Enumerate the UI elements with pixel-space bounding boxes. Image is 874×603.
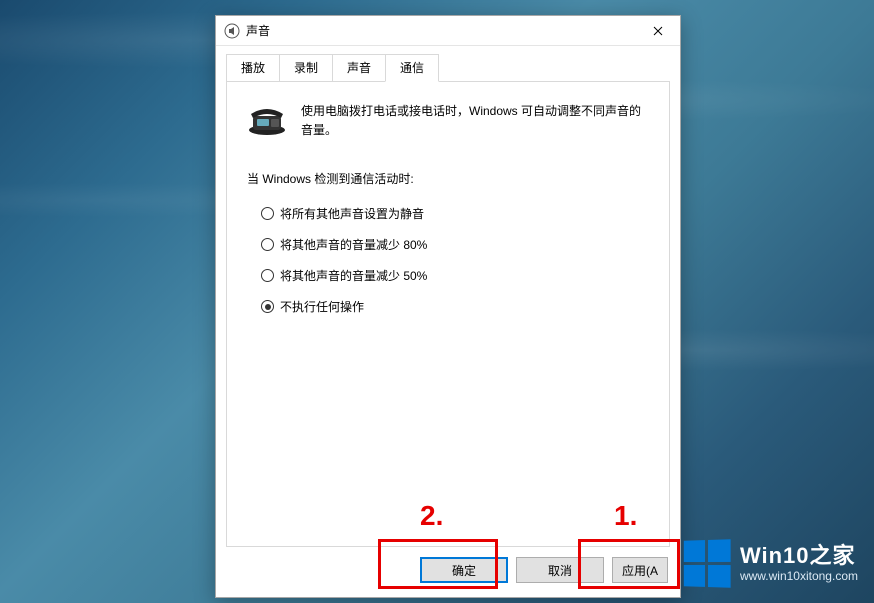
watermark-text: Win10之家 www.win10xitong.com	[740, 544, 858, 583]
button-bar: 确定 取消 应用(A	[216, 547, 680, 597]
radio-icon	[261, 238, 274, 251]
tab-recording[interactable]: 录制	[279, 54, 333, 81]
radio-icon	[261, 300, 274, 313]
ok-button[interactable]: 确定	[420, 557, 508, 583]
apply-button[interactable]: 应用(A	[612, 557, 668, 583]
radio-label: 不执行任何操作	[280, 298, 364, 315]
sound-dialog: 声音 播放 录制 声音 通信	[215, 15, 681, 598]
tabs-area: 播放 录制 声音 通信 使用电脑拨打电话或接电话时，Windows 可自动调整不…	[216, 46, 680, 547]
radio-group: 将所有其他声音设置为静音 将其他声音的音量减少 80% 将其他声音的音量减少 5…	[247, 205, 649, 315]
tab-playback[interactable]: 播放	[226, 54, 280, 81]
tabs-header: 播放 录制 声音 通信	[226, 54, 670, 81]
radio-label: 将所有其他声音设置为静音	[280, 205, 424, 222]
section-label: 当 Windows 检测到通信活动时:	[247, 170, 649, 187]
cancel-button[interactable]: 取消	[516, 557, 604, 583]
radio-label: 将其他声音的音量减少 80%	[280, 236, 427, 253]
close-icon	[653, 26, 663, 36]
radio-mute-all[interactable]: 将所有其他声音设置为静音	[261, 205, 649, 222]
radio-icon	[261, 207, 274, 220]
tab-sounds[interactable]: 声音	[332, 54, 386, 81]
radio-label: 将其他声音的音量减少 50%	[280, 267, 427, 284]
radio-icon	[261, 269, 274, 282]
radio-reduce-50[interactable]: 将其他声音的音量减少 50%	[261, 267, 649, 284]
close-button[interactable]	[635, 16, 680, 45]
phone-icon	[247, 100, 287, 136]
dialog-title: 声音	[246, 22, 270, 39]
watermark: Win10之家 www.win10xitong.com	[683, 540, 858, 587]
tab-communications[interactable]: 通信	[385, 54, 439, 82]
description-text: 使用电脑拨打电话或接电话时，Windows 可自动调整不同声音的音量。	[301, 100, 649, 140]
description-row: 使用电脑拨打电话或接电话时，Windows 可自动调整不同声音的音量。	[247, 100, 649, 140]
radio-do-nothing[interactable]: 不执行任何操作	[261, 298, 649, 315]
radio-reduce-80[interactable]: 将其他声音的音量减少 80%	[261, 236, 649, 253]
titlebar[interactable]: 声音	[216, 16, 680, 46]
watermark-title: Win10之家	[740, 544, 858, 568]
sound-icon	[224, 23, 240, 39]
windows-logo-icon	[684, 539, 731, 587]
tab-content: 使用电脑拨打电话或接电话时，Windows 可自动调整不同声音的音量。 当 Wi…	[226, 81, 670, 547]
watermark-url: www.win10xitong.com	[740, 570, 858, 583]
